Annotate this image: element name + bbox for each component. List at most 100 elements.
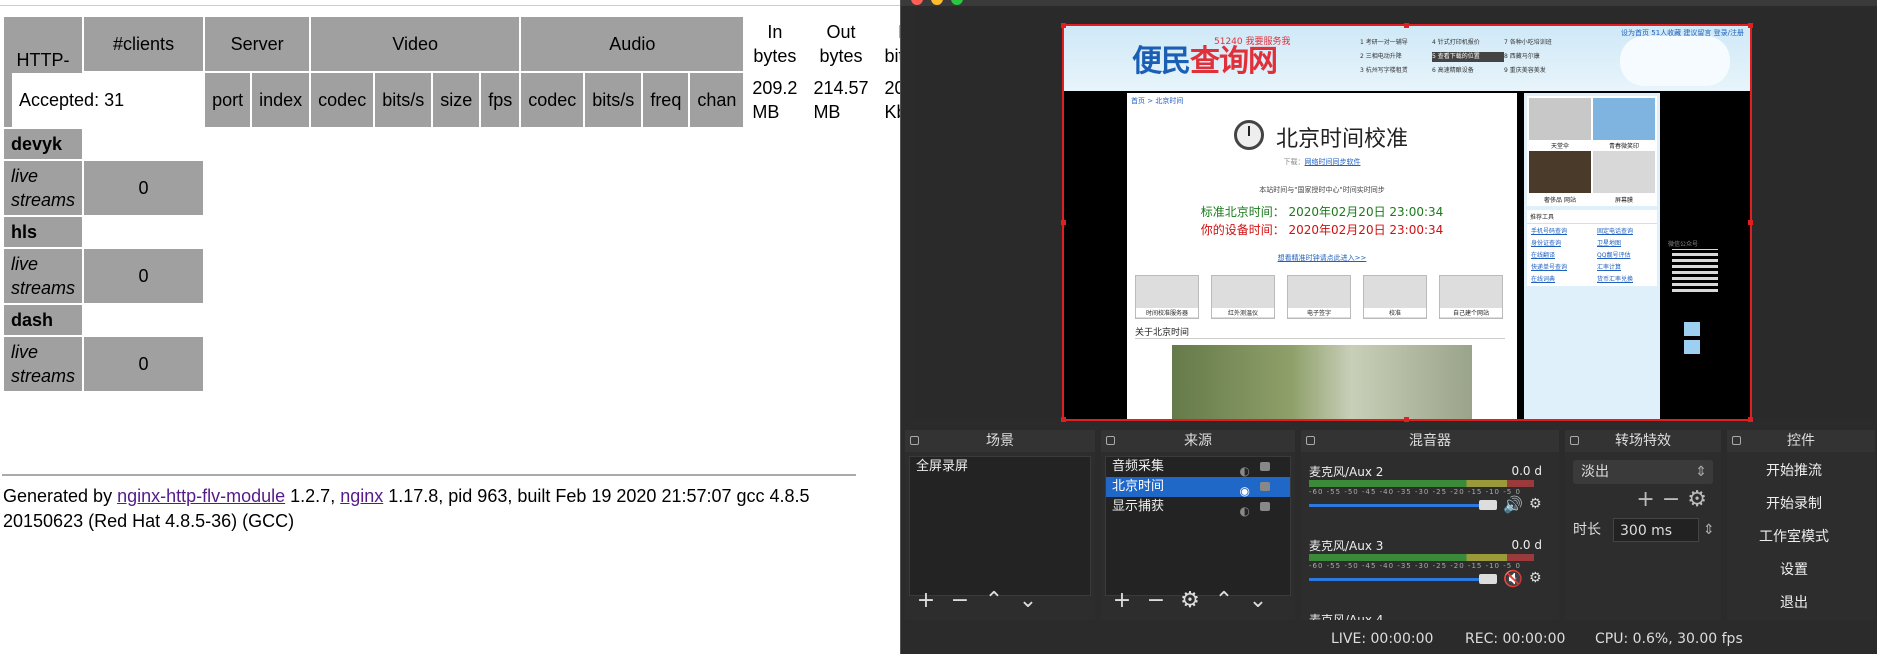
dock-float-icon[interactable] [1306, 436, 1315, 445]
thumbnail[interactable]: 时间校准服务器 [1135, 275, 1199, 319]
remove-transition-button[interactable]: − [1662, 487, 1680, 512]
slider-knob[interactable] [1479, 500, 1497, 510]
source-item[interactable]: 北京时间 ◉ [1106, 477, 1290, 498]
transform-handle[interactable] [1748, 23, 1753, 28]
move-up-button[interactable]: ⌃ [1207, 586, 1241, 616]
exit-button[interactable]: 退出 [1731, 590, 1857, 616]
obs-window: 便民查询网 51240 我要服务我 设为首页 51人收藏 建议留言 登录/注册 … [900, 0, 1877, 654]
col-video-bits: bits/s [375, 73, 432, 127]
menu-link[interactable]: 2 三相电动升降 [1360, 52, 1432, 62]
gear-icon[interactable]: ⚙ [1529, 570, 1542, 586]
ad-image[interactable] [1593, 98, 1655, 140]
add-source-button[interactable]: + [1105, 586, 1139, 616]
scroll-top-button[interactable] [1684, 322, 1700, 336]
site-top-links[interactable]: 设为首页 51人收藏 建议留言 登录/注册 [1621, 28, 1744, 38]
thumbnail[interactable]: 红外测温仪 [1211, 275, 1275, 319]
move-down-button[interactable]: ⌄ [1011, 586, 1045, 616]
preview-canvas[interactable]: 便民查询网 51240 我要服务我 设为首页 51人收藏 建议留言 登录/注册 … [913, 8, 1875, 422]
transition-select[interactable]: 淡出 ⇕ [1573, 460, 1713, 484]
tool-link[interactable]: 手机号码查询 [1531, 226, 1567, 235]
tool-link[interactable]: 货币汇率兑换 [1597, 274, 1633, 283]
precise-clock-link[interactable]: 想看精准时钟请点此进入>> [1127, 253, 1517, 263]
scene-list[interactable]: 全屏录屏 [909, 456, 1091, 596]
transform-handle[interactable] [1061, 417, 1066, 422]
move-down-button[interactable]: ⌄ [1241, 586, 1275, 616]
menu-link[interactable]: 9 重庆美容美发 [1504, 66, 1576, 76]
gear-icon[interactable]: ⚙ [1529, 496, 1542, 512]
transform-handle[interactable] [1061, 220, 1066, 225]
breadcrumb[interactable]: 首页 > 北京时间 [1131, 96, 1183, 106]
menu-link[interactable]: 8 西藏马尔康 [1504, 52, 1576, 62]
dock-float-icon[interactable] [1732, 436, 1741, 445]
tool-link[interactable]: 固定电话查询 [1597, 226, 1633, 235]
menu-link[interactable]: 3 杭州写字楼租赁 [1360, 66, 1432, 76]
channel-db: 0.0 d [1511, 538, 1542, 552]
share-button[interactable] [1684, 340, 1700, 354]
tool-link[interactable]: 卫星地图 [1597, 238, 1621, 247]
menu-link[interactable]: 7 各种小吃培训班 [1504, 38, 1576, 48]
slider-knob[interactable] [1479, 574, 1497, 584]
accepted-count: Accepted: 31 [12, 73, 132, 127]
dock-float-icon[interactable] [1106, 436, 1115, 445]
download-link[interactable]: 网络时间同步软件 [1305, 158, 1361, 166]
transition-gear-icon[interactable]: ⚙ [1687, 487, 1707, 512]
menu-link[interactable]: 5 查看下载的位置 [1432, 52, 1504, 62]
thumbnail[interactable]: 校准 [1363, 275, 1427, 319]
lock-icon[interactable] [1260, 482, 1270, 491]
zoom-window-button[interactable] [951, 0, 963, 5]
move-up-button[interactable]: ⌃ [977, 586, 1011, 616]
app-streams-label: live streams [4, 249, 83, 303]
ad-image[interactable] [1529, 98, 1591, 140]
transform-handle[interactable] [1061, 23, 1066, 28]
source-item[interactable]: 音频采集 ◐ [1106, 457, 1290, 478]
tool-link[interactable]: 快递单号查询 [1531, 262, 1567, 271]
start-recording-button[interactable]: 开始录制 [1731, 491, 1857, 517]
lock-icon[interactable] [1260, 462, 1270, 471]
start-streaming-button[interactable]: 开始推流 [1731, 458, 1857, 484]
tool-link[interactable]: 身份证查询 [1531, 238, 1561, 247]
source-item[interactable]: 显示捕获 ◐ [1106, 497, 1290, 518]
dock-float-icon[interactable] [910, 436, 919, 445]
transform-handle[interactable] [1748, 220, 1753, 225]
scene-toolbar: + − ⌃ ⌄ [909, 586, 1091, 616]
dock-float-icon[interactable] [1570, 436, 1579, 445]
transform-handle[interactable] [1404, 417, 1409, 422]
header-video: Video [311, 17, 520, 71]
tool-link[interactable]: 在线词典 [1531, 274, 1555, 283]
lock-icon[interactable] [1260, 502, 1270, 511]
tool-link[interactable]: QQ靓号评估 [1597, 250, 1630, 259]
close-window-button[interactable] [911, 0, 923, 5]
settings-button[interactable]: 设置 [1731, 557, 1857, 583]
source-properties-gear-icon[interactable]: ⚙ [1173, 586, 1207, 616]
module-link[interactable]: nginx-http-flv-module [117, 486, 285, 506]
dock-title: 控件 [1787, 433, 1815, 449]
add-transition-button[interactable]: + [1636, 487, 1654, 512]
remove-scene-button[interactable]: − [943, 586, 977, 616]
transform-handle[interactable] [1404, 23, 1409, 28]
muted-speaker-icon[interactable]: 🔇 [1503, 569, 1523, 588]
ad-image[interactable] [1593, 151, 1655, 193]
add-scene-button[interactable]: + [909, 586, 943, 616]
remove-source-button[interactable]: − [1139, 586, 1173, 616]
tool-link[interactable]: 汇率计算 [1597, 262, 1621, 271]
thumbnail[interactable]: 自己建个网站 [1439, 275, 1503, 319]
tool-link[interactable]: 在线翻译 [1531, 250, 1555, 259]
duration-stepper-icon[interactable]: ⇕ [1703, 518, 1715, 542]
menu-link[interactable]: 6 高速精酿设备 [1432, 66, 1504, 76]
scene-item[interactable]: 全屏录屏 [910, 457, 1090, 477]
speaker-icon[interactable]: 🔊 [1503, 495, 1523, 514]
transform-handle[interactable] [1748, 417, 1753, 422]
thumbnail[interactable]: 电子签字 [1287, 275, 1351, 319]
volume-slider[interactable]: 🔇 ⚙ [1309, 569, 1542, 588]
minimize-window-button[interactable] [931, 0, 943, 5]
volume-slider[interactable]: 🔊 ⚙ [1309, 495, 1542, 514]
menu-link[interactable]: 1 考研一对一辅导 [1360, 38, 1432, 48]
browser-source[interactable]: 便民查询网 51240 我要服务我 设为首页 51人收藏 建议留言 登录/注册 … [1062, 24, 1752, 421]
studio-mode-button[interactable]: 工作室模式 [1731, 524, 1857, 550]
nginx-link[interactable]: nginx [340, 486, 383, 506]
visibility-icon[interactable]: ◐ [1240, 501, 1250, 521]
duration-input[interactable]: 300 ms [1613, 518, 1699, 542]
source-list[interactable]: 音频采集 ◐ 北京时间 ◉ 显示捕获 ◐ [1105, 456, 1291, 596]
ad-image[interactable] [1529, 151, 1591, 193]
menu-link[interactable]: 4 针式打印机报价 [1432, 38, 1504, 48]
